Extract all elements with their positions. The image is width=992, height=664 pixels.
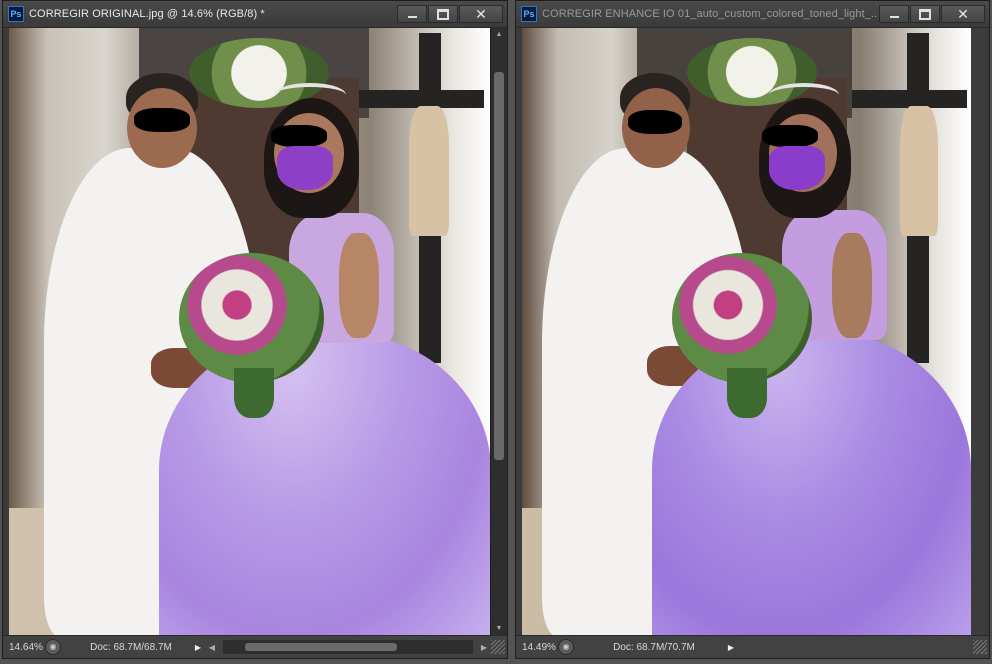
window-title: CORREGIR ORIGINAL.jpg @ 14.6% (RGB/8) * — [29, 8, 265, 20]
status-bar: 14.49% ◉ Doc: 68.7M/70.7M ▶ — [516, 635, 989, 658]
maximize-button[interactable] — [428, 5, 458, 23]
zoom-level[interactable]: 14.49% — [516, 642, 558, 653]
vertical-scrollbar[interactable]: ▲ ▼ — [490, 28, 507, 636]
scroll-right-icon[interactable]: ▶ — [477, 643, 491, 652]
maximize-icon — [919, 8, 931, 20]
minimize-icon — [889, 16, 899, 18]
resize-grip-icon[interactable] — [491, 640, 505, 654]
image-canvas[interactable] — [9, 28, 491, 637]
photo — [522, 28, 971, 638]
status-menu-arrow-icon[interactable]: ▶ — [724, 643, 738, 652]
scroll-thumb[interactable] — [494, 72, 504, 460]
close-button[interactable]: ✕ — [459, 5, 503, 23]
photo — [9, 28, 491, 637]
close-icon: ✕ — [475, 6, 487, 22]
maximize-icon — [437, 8, 449, 20]
scroll-down-icon[interactable]: ▼ — [491, 622, 507, 636]
document-window-original[interactable]: Ps CORREGIR ORIGINAL.jpg @ 14.6% (RGB/8)… — [2, 0, 508, 659]
title-bar[interactable]: Ps CORREGIR ENHANCE IO 01_auto_custom_co… — [516, 1, 989, 28]
status-menu-arrow-icon[interactable]: ▶ — [191, 643, 205, 652]
title-bar[interactable]: Ps CORREGIR ORIGINAL.jpg @ 14.6% (RGB/8)… — [3, 1, 507, 28]
photoshop-icon: Ps — [521, 6, 537, 22]
minimize-button[interactable] — [397, 5, 427, 23]
minimize-icon — [407, 16, 417, 18]
document-window-enhanced[interactable]: Ps CORREGIR ENHANCE IO 01_auto_custom_co… — [515, 0, 990, 659]
image-canvas[interactable] — [522, 28, 971, 638]
navigator-icon[interactable]: ◉ — [45, 639, 61, 655]
scroll-up-icon[interactable]: ▲ — [491, 28, 507, 42]
doc-size: Doc: 68.7M/68.7M — [90, 641, 172, 653]
status-bar: 14.64% ◉ Doc: 68.7M/68.7M ▶ ◀ ▶ — [3, 635, 507, 658]
close-button[interactable]: ✕ — [941, 5, 985, 23]
scroll-left-icon[interactable]: ◀ — [205, 643, 219, 652]
close-icon: ✕ — [957, 6, 969, 22]
minimize-button[interactable] — [879, 5, 909, 23]
window-title: CORREGIR ENHANCE IO 01_auto_custom_color… — [542, 8, 878, 20]
photoshop-icon: Ps — [8, 6, 24, 22]
horizontal-scroll-thumb[interactable] — [245, 643, 397, 651]
zoom-level[interactable]: 14.64% — [3, 642, 45, 653]
maximize-button[interactable] — [910, 5, 940, 23]
doc-size: Doc: 68.7M/70.7M — [613, 641, 695, 653]
navigator-icon[interactable]: ◉ — [558, 639, 574, 655]
resize-grip-icon[interactable] — [973, 640, 987, 654]
horizontal-scrollbar[interactable] — [223, 640, 473, 654]
